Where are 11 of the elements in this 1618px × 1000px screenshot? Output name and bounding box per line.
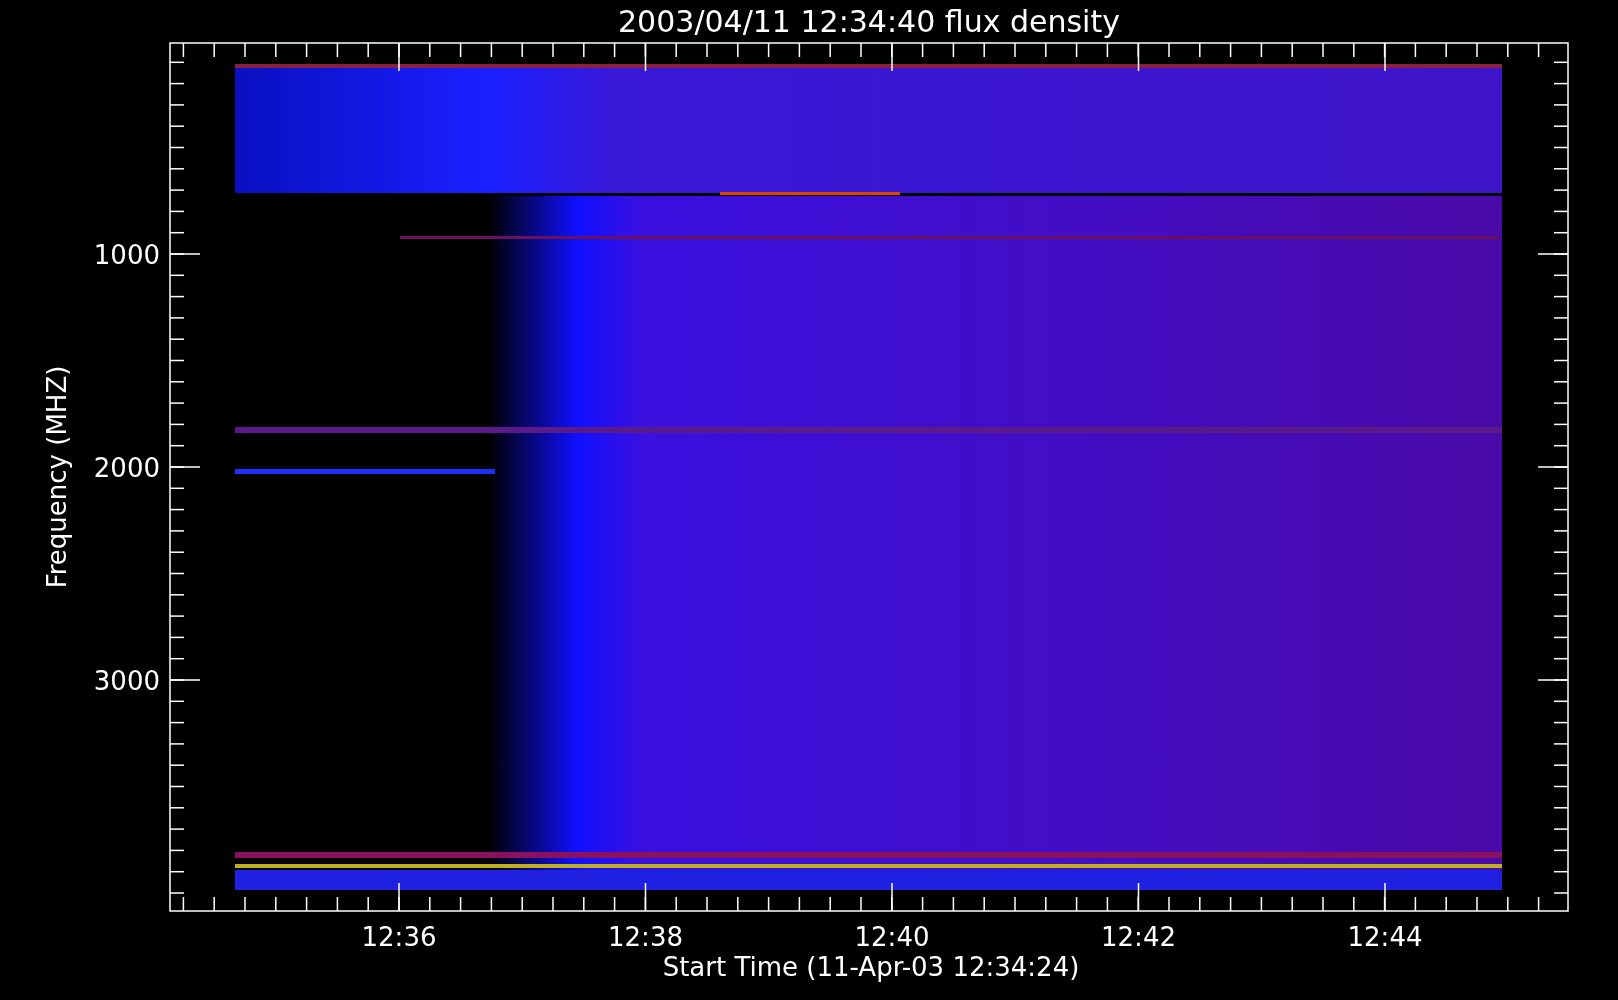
x-axis-label: Start Time (11-Apr-03 12:34:24) <box>662 952 1080 982</box>
x-tick-label: 12:44 <box>1347 922 1423 952</box>
x-tick-label: 12:42 <box>1101 922 1176 952</box>
chart-title: 2003/04/11 12:34:40 flux density <box>618 4 1120 39</box>
y-tick-label: 1000 <box>93 240 160 270</box>
x-tick-label: 12:40 <box>854 922 930 952</box>
y-tick-label: 2000 <box>93 453 160 483</box>
x-tick-label: 12:36 <box>361 922 437 952</box>
y-tick-label: 3000 <box>93 666 160 696</box>
y-axis-label: Frequency (MHZ) <box>42 365 72 589</box>
x-tick-label: 12:38 <box>608 922 683 952</box>
